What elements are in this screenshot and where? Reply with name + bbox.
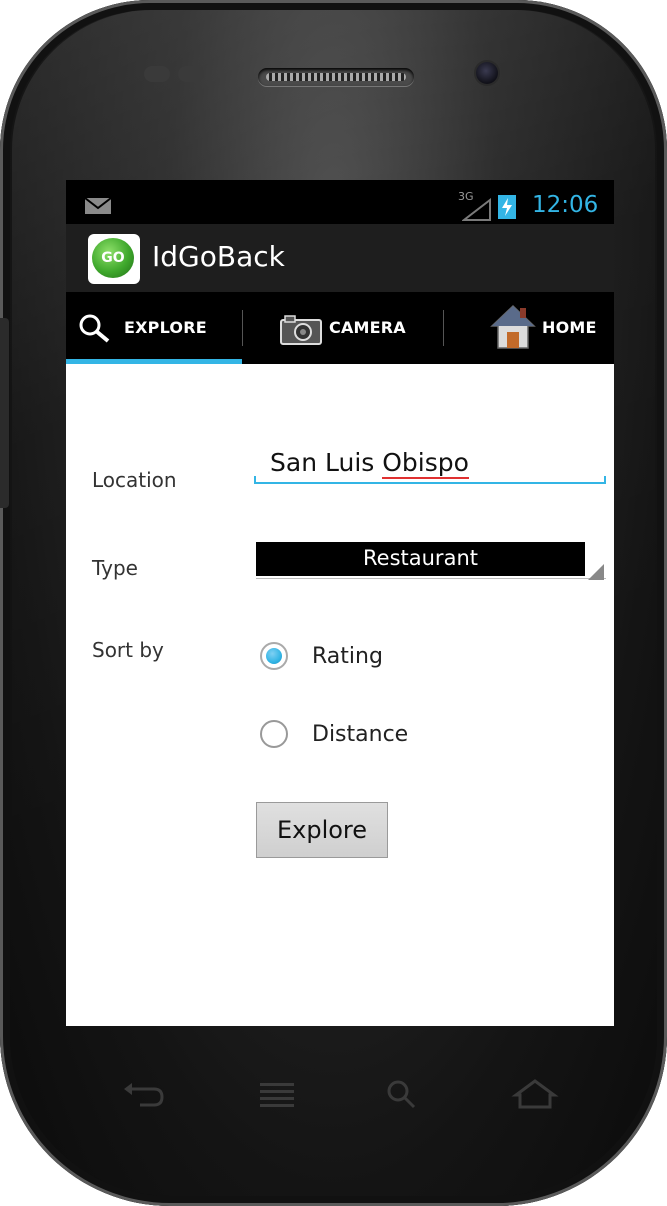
tab-bar: EXPLORE CAMERA HOME [66,292,614,364]
search-key-icon[interactable] [378,1075,428,1115]
selected-tab-indicator [66,359,242,364]
location-input-underline-end [604,476,606,484]
tab-home[interactable]: HOME [444,292,614,364]
tab-home-label: HOME [542,318,597,337]
phone-screen: 3G 12:06 GO IdGoBack EXPLORE CAMERA HOME… [66,180,614,1026]
clock: 12:06 [532,192,599,218]
house-icon [490,304,536,349]
proximity-sensor [144,66,170,82]
type-spinner[interactable]: Restaurant [256,542,585,576]
radio-rating[interactable] [260,642,288,670]
type-spinner-value: Restaurant [363,546,478,570]
location-label: Location [92,468,177,492]
battery-icon [498,195,516,219]
earpiece-speaker [258,68,414,86]
app-logo-text: GO [92,238,134,278]
front-camera [476,62,498,84]
location-input[interactable]: San Luis Obispo [270,448,469,479]
location-input-underline-start [254,476,256,484]
status-bar: 3G 12:06 [66,180,614,224]
sort-by-label: Sort by [92,638,164,662]
app-title: IdGoBack [152,240,285,273]
spinner-arrow-icon [588,564,604,580]
tab-camera[interactable]: CAMERA [243,292,443,364]
home-key-icon[interactable] [510,1075,560,1115]
menu-icon[interactable] [252,1075,302,1115]
action-bar: GO IdGoBack [66,224,614,292]
radio-rating-label[interactable]: Rating [312,644,383,669]
type-label: Type [92,556,138,580]
back-icon[interactable] [118,1075,168,1115]
tab-explore[interactable]: EXPLORE [66,292,242,364]
radio-distance[interactable] [260,720,288,748]
volume-button [0,318,9,508]
radio-distance-label[interactable]: Distance [312,722,408,747]
spinner-underline [256,578,606,579]
tab-explore-label: EXPLORE [124,318,207,337]
mail-icon [84,197,112,214]
explore-button[interactable]: Explore [256,802,388,858]
tab-camera-label: CAMERA [329,318,406,337]
app-icon[interactable]: GO [88,234,140,284]
location-input-underline [254,482,606,484]
location-text-misspelled: Obispo [382,448,469,479]
light-sensor [178,66,204,82]
signal-icon [462,198,491,221]
location-text: San Luis [270,448,383,477]
search-icon [79,314,110,343]
camera-icon [280,315,322,345]
